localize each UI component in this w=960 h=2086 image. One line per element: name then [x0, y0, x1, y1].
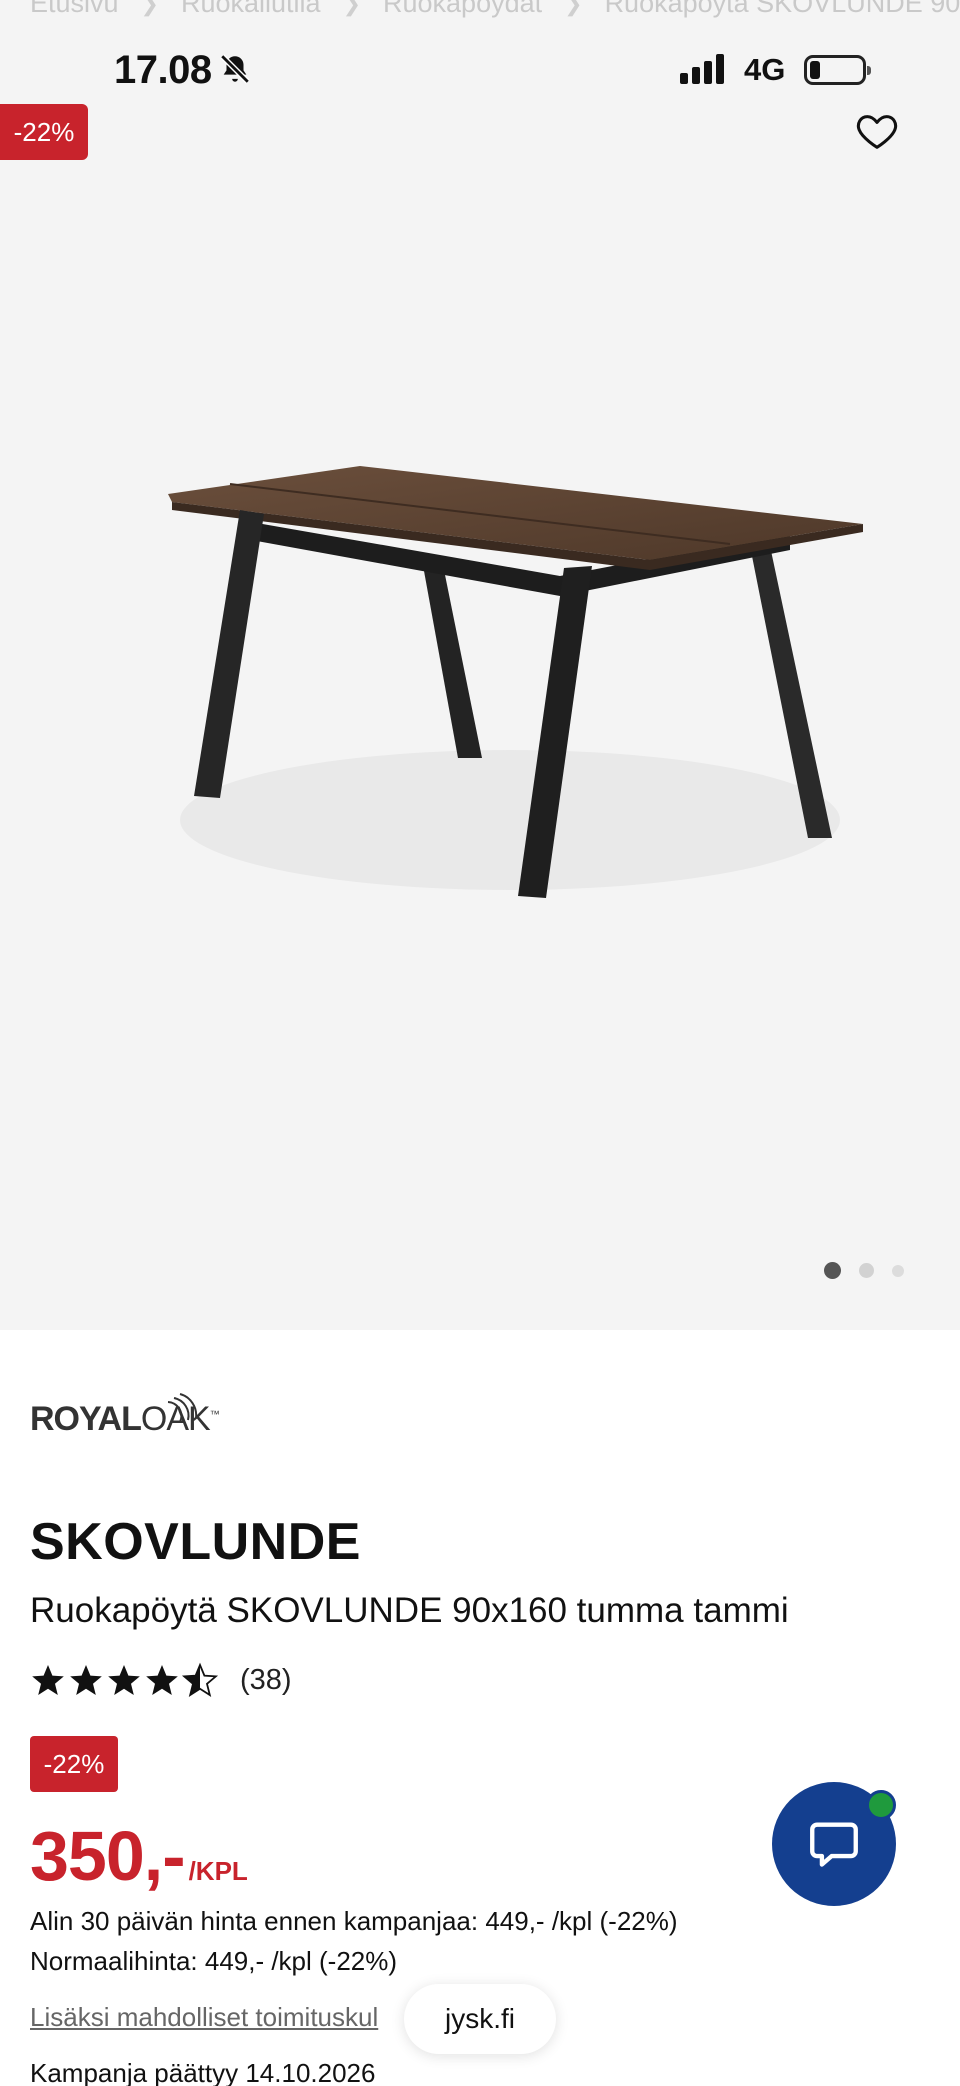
status-time: 17.08 [114, 48, 212, 92]
price-discount-badge: -22% [30, 1736, 118, 1792]
signal-icon [680, 54, 724, 84]
chevron-right-icon: ❯ [140, 0, 159, 16]
price-value: 350,- [30, 1817, 186, 1895]
price: 350,- /KPL [30, 1816, 248, 1896]
carousel-dot[interactable] [892, 1264, 904, 1277]
breadcrumb: Etusivu ❯ Ruokailutila ❯ Ruokapöydät ❯ R… [30, 0, 960, 19]
online-indicator [866, 1790, 896, 1820]
url-text: jysk.fi [445, 2003, 515, 2034]
breadcrumb-item[interactable]: Ruokapöydät [383, 0, 542, 19]
rating[interactable]: (38) [30, 1660, 292, 1700]
heart-icon[interactable] [854, 108, 900, 154]
product-title: SKOVLUNDE [30, 1513, 361, 1571]
normal-price-note: Normaalihinta: 449,- /kpl (-22%) [30, 1946, 398, 1976]
trademark: ™ [209, 1409, 220, 1421]
browser-url-pill[interactable]: jysk.fi [404, 1984, 556, 2054]
price-unit: /KPL [188, 1856, 248, 1886]
breadcrumb-item[interactable]: Ruokailutila [181, 0, 321, 19]
brand-name-light: OAK [140, 1400, 211, 1438]
bell-muted-icon [220, 54, 250, 84]
product-image [168, 466, 863, 898]
carousel-dot-active[interactable] [824, 1262, 841, 1279]
delivery-costs-link[interactable]: Lisäksi mahdolliset toimituskul [30, 2002, 378, 2033]
rating-stars-icon [32, 1664, 217, 1696]
breadcrumb-item-current: Ruokapöytä SKOVLUNDE 90x [604, 0, 960, 18]
campaign-end-note: Kampanja päättyy 14.10.2026 [30, 2058, 376, 2086]
brand-logo[interactable]: ROYALOAK™ [30, 1380, 230, 1445]
discount-badge: -22% [0, 104, 88, 160]
product-subtitle: Ruokapöytä SKOVLUNDE 90x160 tumma tammi [30, 1591, 789, 1630]
review-count[interactable]: (38) [240, 1664, 292, 1697]
carousel-indicators[interactable] [824, 1262, 904, 1279]
network-type: 4G [744, 52, 786, 87]
chevron-right-icon: ❯ [342, 0, 361, 16]
chevron-right-icon: ❯ [564, 0, 583, 16]
chat-bubble-icon [810, 1822, 858, 1867]
chat-button[interactable] [772, 1782, 896, 1906]
product-image-gallery[interactable]: Etusivu ❯ Ruokailutila ❯ Ruokapöydät ❯ R… [0, 0, 960, 1330]
lowest-price-note: Alin 30 päivän hinta ennen kampanjaa: 44… [30, 1906, 678, 1936]
status-bar: 17.08 4G [0, 40, 960, 102]
carousel-dot[interactable] [859, 1263, 874, 1278]
breadcrumb-item[interactable]: Etusivu [30, 0, 119, 19]
brand-name-bold: ROYAL [30, 1400, 142, 1438]
battery-icon [804, 55, 871, 85]
